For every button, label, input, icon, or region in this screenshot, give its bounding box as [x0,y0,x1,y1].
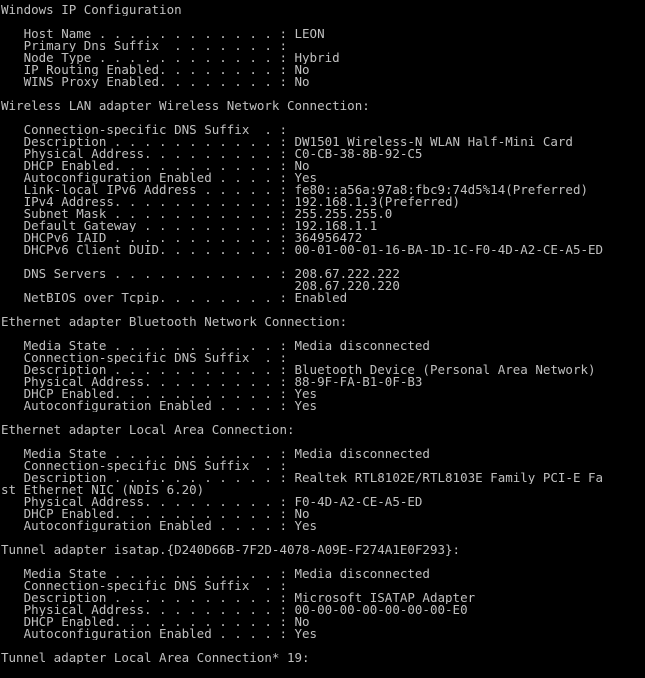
console-line: Link-local IPv6 Address . . . . . : fe80… [1,184,588,196]
console-line: Physical Address. . . . . . . . . : 88-9… [1,376,423,388]
console-line: Ethernet adapter Bluetooth Network Conne… [1,316,348,328]
console-line: DHCP Enabled. . . . . . . . . . . : No [1,160,310,172]
console-line: Default Gateway . . . . . . . . . : 192.… [1,220,378,232]
console-line: Description . . . . . . . . . . . : Blue… [1,364,596,376]
console-line: NetBIOS over Tcpip. . . . . . . . : Enab… [1,292,348,304]
console-line: 208.67.220.220 [1,280,400,292]
console-line: Tunnel adapter isatap.{D240D66B-7F2D-407… [1,544,461,556]
console-line: Media State . . . . . . . . . . . : Medi… [1,340,430,352]
console-line: DNS Servers . . . . . . . . . . . : 208.… [1,268,400,280]
console-line: Physical Address. . . . . . . . . : C0-C… [1,148,423,160]
console-line: Connection-specific DNS Suffix . : [1,460,287,472]
console-line: Description . . . . . . . . . . . : DW15… [1,136,573,148]
console-line: Description . . . . . . . . . . . : Real… [1,472,604,484]
console-line: Physical Address. . . . . . . . . : F0-4… [1,496,423,508]
console-line: Primary Dns Suffix . . . . . . . : [1,40,287,52]
console-line: DHCP Enabled. . . . . . . . . . . : No [1,616,310,628]
console-output[interactable]: Windows IP Configuration Host Name . . .… [0,0,645,678]
console-line: Media State . . . . . . . . . . . : Medi… [1,448,430,460]
console-line: Subnet Mask . . . . . . . . . . . : 255.… [1,208,393,220]
console-line: Windows IP Configuration [1,4,182,16]
console-line: DHCP Enabled. . . . . . . . . . . : Yes [1,388,318,400]
console-line: IPv4 Address. . . . . . . . . . . : 192.… [1,196,461,208]
console-line: Ethernet adapter Local Area Connection: [1,424,295,436]
console-line: Connection-specific DNS Suffix . : [1,124,287,136]
console-line: DHCPv6 Client DUID. . . . . . . . : 00-0… [1,244,604,256]
console-line: Node Type . . . . . . . . . . . . : Hybr… [1,52,340,64]
console-line: Media State . . . . . . . . . . . : Medi… [1,568,430,580]
console-line: Host Name . . . . . . . . . . . . : LEON [1,28,325,40]
console-line: Connection-specific DNS Suffix . : [1,580,287,592]
console-line: Autoconfiguration Enabled . . . . : Yes [1,520,318,532]
console-line: Connection-specific DNS Suffix . : [1,352,287,364]
console-line: DHCPv6 IAID . . . . . . . . . . . : 3649… [1,232,363,244]
console-line: DHCP Enabled. . . . . . . . . . . : No [1,508,310,520]
console-line: Autoconfiguration Enabled . . . . : Yes [1,628,318,640]
console-line: Description . . . . . . . . . . . : Micr… [1,592,476,604]
console-line: WINS Proxy Enabled. . . . . . . . : No [1,76,310,88]
console-line: st Ethernet NIC (NDIS 6.20) [1,484,205,496]
console-line: Physical Address. . . . . . . . . : 00-0… [1,604,468,616]
console-line: Wireless LAN adapter Wireless Network Co… [1,100,370,112]
console-line: Autoconfiguration Enabled . . . . : Yes [1,400,318,412]
console-line: IP Routing Enabled. . . . . . . . : No [1,64,310,76]
console-line: Tunnel adapter Local Area Connection* 19… [1,652,310,664]
console-line: Autoconfiguration Enabled . . . . : Yes [1,172,318,184]
